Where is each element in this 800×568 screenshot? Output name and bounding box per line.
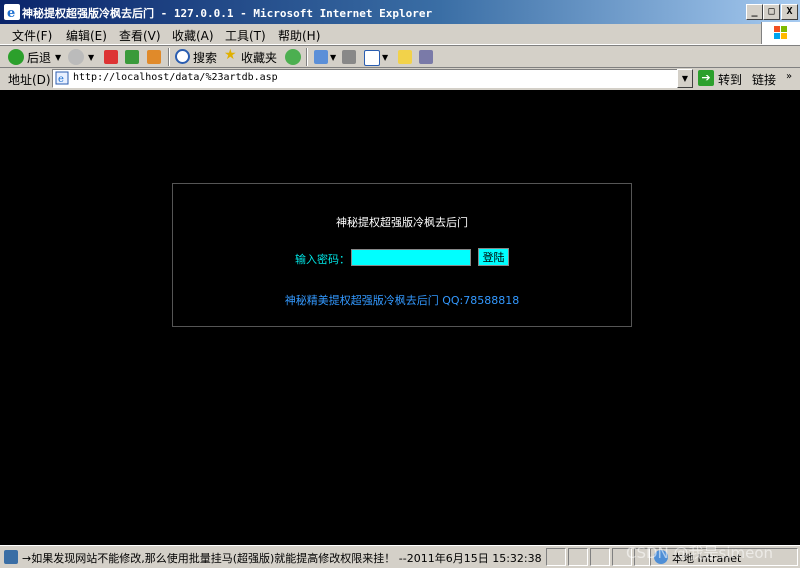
footer-text: 神秘精美提权超强版冷枫去后门 QQ:78588818 bbox=[284, 294, 520, 307]
toolbar-separator bbox=[306, 48, 308, 66]
windows-logo-icon bbox=[761, 22, 800, 44]
svg-text:e: e bbox=[7, 6, 15, 20]
edit-word-icon[interactable] bbox=[364, 50, 380, 66]
links-button[interactable]: 链接 bbox=[752, 71, 776, 88]
minimize-button[interactable]: _ bbox=[746, 4, 763, 20]
title-bar: e 神秘提权超强版冷枫去后门 - 127.0.0.1 - Microsoft I… bbox=[0, 0, 800, 24]
links-chevron-icon[interactable]: » bbox=[786, 71, 792, 82]
password-input[interactable] bbox=[351, 249, 471, 266]
mail-icon[interactable] bbox=[314, 50, 328, 64]
password-label: 输入密码： bbox=[295, 253, 350, 266]
menu-bar: 文件(F) 编辑(E) 查看(V) 收藏(A) 工具(T) 帮助(H) bbox=[0, 24, 800, 45]
status-text: →如果发现网站不能修改,那么使用批量挂马(超强版)就能提高修改权限来挂！ --2… bbox=[22, 552, 542, 565]
menu-edit[interactable]: 编辑(E) bbox=[66, 27, 107, 44]
page-title: 神秘提权超强版冷枫去后门 bbox=[336, 216, 468, 229]
ie-icon: e bbox=[4, 4, 20, 20]
messenger-icon[interactable] bbox=[419, 50, 433, 64]
forward-arrow-icon[interactable] bbox=[68, 49, 84, 65]
address-label: 地址(D) bbox=[8, 73, 51, 87]
login-button[interactable]: 登陆 bbox=[478, 248, 509, 266]
address-dropdown-icon[interactable]: ▼ bbox=[677, 69, 693, 88]
page-content: 神秘提权超强版冷枫去后门 输入密码： 登陆 神秘精美提权超强版冷枫去后门 QQ:… bbox=[0, 90, 800, 545]
address-bar: 地址(D) e http://localhost/data/%23artdb.a… bbox=[0, 67, 800, 91]
mail-dropdown-icon[interactable]: ▼ bbox=[330, 53, 336, 62]
address-input[interactable]: e http://localhost/data/%23artdb.asp bbox=[52, 69, 679, 88]
stop-icon[interactable] bbox=[104, 50, 118, 64]
back-button[interactable]: 后退 bbox=[27, 49, 51, 66]
back-arrow-icon[interactable] bbox=[8, 49, 24, 65]
login-panel: 神秘提权超强版冷枫去后门 输入密码： 登陆 神秘精美提权超强版冷枫去后门 QQ:… bbox=[172, 183, 632, 327]
maximize-button[interactable]: □ bbox=[763, 4, 780, 20]
status-pane bbox=[546, 548, 566, 566]
watermark: CSDN @我是simeon bbox=[626, 544, 774, 562]
toolbar: 后退 ▼ ▼ 搜索 ★ 收藏夹 ▼ ▼ bbox=[0, 45, 800, 68]
note-icon[interactable] bbox=[398, 50, 412, 64]
window-title: 神秘提权超强版冷枫去后门 - 127.0.0.1 - Microsoft Int… bbox=[22, 7, 433, 20]
status-pane bbox=[568, 548, 588, 566]
favorites-star-icon[interactable]: ★ bbox=[224, 47, 237, 63]
menu-view[interactable]: 查看(V) bbox=[119, 27, 161, 44]
favorites-button[interactable]: 收藏夹 bbox=[241, 49, 277, 66]
close-button[interactable]: X bbox=[781, 4, 798, 20]
svg-text:e: e bbox=[58, 74, 64, 85]
search-icon[interactable] bbox=[175, 49, 190, 64]
home-icon[interactable] bbox=[147, 50, 161, 64]
go-arrow-icon[interactable]: ➔ bbox=[698, 70, 714, 86]
menu-favorites[interactable]: 收藏(A) bbox=[172, 27, 214, 44]
toolbar-separator bbox=[168, 48, 170, 66]
page-icon: e bbox=[55, 71, 69, 85]
search-button[interactable]: 搜索 bbox=[193, 49, 217, 66]
print-icon[interactable] bbox=[342, 50, 356, 64]
menu-file[interactable]: 文件(F) bbox=[12, 27, 52, 44]
menu-tools[interactable]: 工具(T) bbox=[225, 27, 266, 44]
go-button[interactable]: 转到 bbox=[718, 71, 742, 88]
menu-help[interactable]: 帮助(H) bbox=[278, 27, 320, 44]
status-pane bbox=[590, 548, 610, 566]
address-url: http://localhost/data/%23artdb.asp bbox=[73, 72, 278, 83]
refresh-icon[interactable] bbox=[125, 50, 139, 64]
back-dropdown-icon[interactable]: ▼ bbox=[55, 53, 61, 62]
forward-dropdown-icon[interactable]: ▼ bbox=[88, 53, 94, 62]
status-page-icon bbox=[4, 550, 18, 564]
media-icon[interactable] bbox=[285, 49, 301, 65]
edit-dropdown-icon[interactable]: ▼ bbox=[382, 53, 388, 62]
